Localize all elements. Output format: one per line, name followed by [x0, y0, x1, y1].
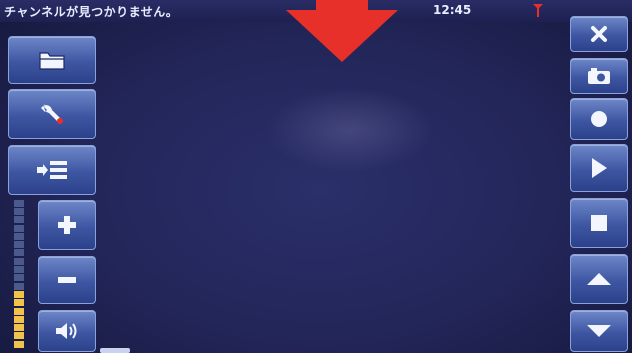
volume-segment — [14, 332, 24, 340]
volume-level-meter — [8, 199, 30, 349]
close-button[interactable] — [570, 16, 628, 52]
record-button[interactable] — [570, 98, 628, 140]
antenna-signal-icon — [532, 3, 544, 20]
clock: 12:45 — [433, 3, 472, 17]
play-icon — [590, 157, 608, 179]
volume-segment — [14, 324, 24, 332]
volume-segment — [14, 207, 24, 215]
record-icon — [589, 109, 609, 129]
volume-segment — [14, 315, 24, 323]
scroll-up-button[interactable] — [570, 254, 628, 304]
settings-button[interactable] — [8, 89, 96, 139]
volume-up-button[interactable] — [38, 200, 96, 250]
volume-segment — [14, 224, 24, 232]
down-arrow-icon — [586, 324, 612, 338]
folder-icon — [38, 49, 66, 71]
play-button[interactable] — [570, 144, 628, 192]
status-message: チャンネルが見つかりません。 — [4, 5, 179, 19]
stop-icon — [590, 214, 608, 232]
volume-segment — [14, 216, 24, 224]
up-arrow-icon — [586, 272, 612, 286]
input-source-button[interactable] — [8, 145, 96, 195]
volume-segment — [14, 232, 24, 240]
speaker-icon — [53, 320, 81, 342]
stop-button[interactable] — [570, 198, 628, 248]
volume-segment — [14, 274, 24, 282]
down-arrow-indicator-icon — [286, 0, 398, 62]
folder-button[interactable] — [8, 36, 96, 84]
horizontal-scroll-thumb[interactable] — [100, 348, 130, 353]
wrench-icon — [39, 101, 65, 127]
scroll-down-button[interactable] — [570, 310, 628, 352]
input-source-icon — [35, 158, 69, 182]
volume-segment — [14, 340, 24, 348]
volume-segment — [14, 307, 24, 315]
volume-segment — [14, 249, 24, 257]
volume-down-button[interactable] — [38, 256, 96, 304]
plus-icon — [56, 214, 78, 236]
mute-button[interactable] — [38, 310, 96, 352]
volume-segment — [14, 199, 24, 207]
minus-icon — [56, 276, 78, 284]
volume-segment — [14, 299, 24, 307]
volume-segment — [14, 290, 24, 298]
volume-segment — [14, 282, 24, 290]
volume-segment — [14, 241, 24, 249]
volume-segment — [14, 257, 24, 265]
snapshot-button[interactable] — [570, 58, 628, 94]
camera-icon — [586, 67, 612, 85]
close-icon — [590, 25, 608, 43]
volume-segment — [14, 266, 24, 273]
